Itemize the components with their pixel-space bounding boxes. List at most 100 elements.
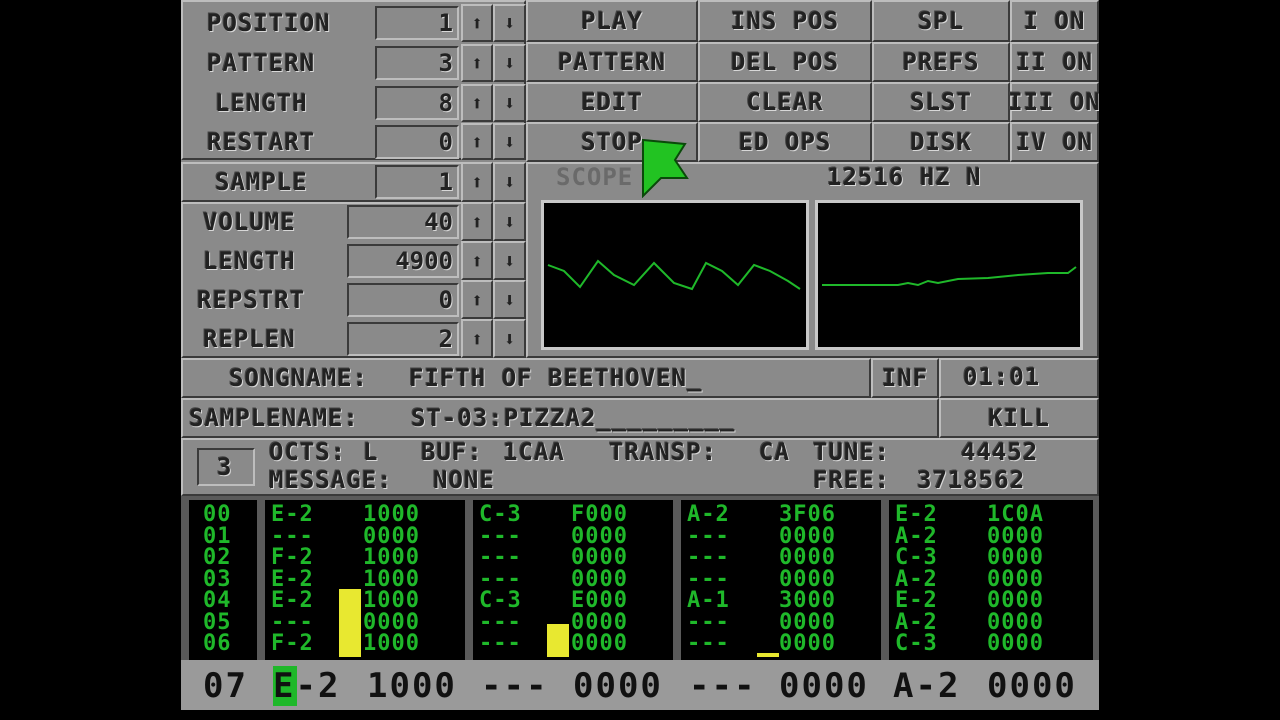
- track-1[interactable]: E-2 1000 --- 0000 F-2 1000 E-2 1000 E-2 1000 --- 00…: [265, 500, 465, 660]
- current-row-track-4-note[interactable]: A-2: [893, 662, 960, 710]
- track-2-row-6-note[interactable]: ---: [479, 633, 522, 655]
- current-row-track-1-fx[interactable]: 1000: [367, 662, 457, 710]
- track-2-row-3-fx[interactable]: 0000: [571, 568, 628, 591]
- play-button[interactable]: PLAY: [526, 0, 698, 42]
- track-1-row-2-fx[interactable]: 1000: [363, 547, 420, 569]
- track-1-row-3-note[interactable]: E-2: [271, 568, 314, 591]
- pattern-down-button[interactable]: ⬇: [493, 44, 526, 82]
- track-2-row-5-fx[interactable]: 0000: [571, 611, 628, 634]
- track-2-row-6-fx[interactable]: 0000: [571, 633, 628, 655]
- track-2-row-3-note[interactable]: ---: [479, 568, 522, 591]
- track-1-row-4-note[interactable]: E-2: [271, 590, 314, 612]
- track-4-row-4-note[interactable]: E-2: [895, 590, 938, 612]
- track-1-row-0-note[interactable]: E-2: [271, 504, 314, 526]
- track-1-row-3-fx[interactable]: 1000: [363, 568, 420, 591]
- channel-3-toggle[interactable]: III ON: [1008, 82, 1099, 122]
- kill-button[interactable]: KILL: [939, 398, 1099, 438]
- track-3-row-0-fx[interactable]: 3F06: [779, 504, 836, 526]
- track-1-row-6-note[interactable]: F-2: [271, 633, 314, 655]
- track-4-row-6-note[interactable]: C-3: [895, 633, 938, 655]
- current-row-track-3-fx[interactable]: 0000: [779, 662, 869, 710]
- track-3-row-6-note[interactable]: ---: [687, 633, 730, 655]
- samplename-field[interactable]: ST-03:PIZZA2_________: [411, 399, 735, 437]
- track-4-row-6-fx[interactable]: 0000: [987, 633, 1044, 655]
- track-3-row-2-note[interactable]: ---: [687, 547, 730, 569]
- track-3-row-1-fx[interactable]: 0000: [779, 525, 836, 548]
- track-1-row-5-note[interactable]: ---: [271, 611, 314, 634]
- pattern-button[interactable]: PATTERN: [526, 42, 698, 82]
- repstrt-down-button[interactable]: ⬇: [493, 280, 526, 319]
- track-2-row-0-fx[interactable]: F000: [571, 504, 628, 526]
- track-4-row-0-note[interactable]: E-2: [895, 504, 938, 526]
- track-3-row-5-fx[interactable]: 0000: [779, 611, 836, 634]
- ed-ops-button[interactable]: ED OPS: [698, 122, 872, 162]
- current-row-track-4-fx[interactable]: 0000: [987, 662, 1077, 710]
- track-2-row-0-note[interactable]: C-3: [479, 504, 522, 526]
- track-3-row-5-note[interactable]: ---: [687, 611, 730, 634]
- volume-down-button[interactable]: ⬇: [493, 202, 526, 241]
- replen-up-button[interactable]: ⬆: [461, 319, 493, 358]
- length-up-button[interactable]: ⬆: [461, 84, 493, 122]
- track-1-row-4-fx[interactable]: 1000: [363, 590, 420, 612]
- channel-1-toggle[interactable]: I ON: [1010, 0, 1099, 42]
- track-1-row-1-note[interactable]: ---: [271, 525, 314, 548]
- track-3-row-3-fx[interactable]: 0000: [779, 568, 836, 591]
- track-3-row-2-fx[interactable]: 0000: [779, 547, 836, 569]
- track-2-row-4-note[interactable]: C-3: [479, 590, 522, 612]
- channel-4-toggle[interactable]: IV ON: [1010, 122, 1099, 162]
- position-up-button[interactable]: ⬆: [461, 4, 493, 42]
- track-2-row-1-note[interactable]: ---: [479, 525, 522, 548]
- position-down-button[interactable]: ⬇: [493, 4, 526, 42]
- track-4-row-2-fx[interactable]: 0000: [987, 547, 1044, 569]
- track-4-row-1-note[interactable]: A-2: [895, 525, 938, 548]
- restart-up-button[interactable]: ⬆: [461, 123, 493, 160]
- track-2-row-4-fx[interactable]: E000: [571, 590, 628, 612]
- restart-down-button[interactable]: ⬇: [493, 123, 526, 160]
- track-3-row-4-note[interactable]: A-1: [687, 590, 730, 612]
- track-4-row-2-note[interactable]: C-3: [895, 547, 938, 569]
- ins-pos-button[interactable]: INS POS: [698, 0, 872, 42]
- spl-button[interactable]: SPL: [872, 0, 1010, 42]
- pattern-up-button[interactable]: ⬆: [461, 44, 493, 82]
- disk-button[interactable]: DISK: [872, 122, 1010, 162]
- track-4-row-4-fx[interactable]: 0000: [987, 590, 1044, 612]
- channel-2-toggle[interactable]: II ON: [1010, 42, 1099, 82]
- inf-button[interactable]: INF: [871, 358, 939, 398]
- current-row-track-3-note[interactable]: ---: [689, 662, 756, 710]
- track-4-row-5-fx[interactable]: 0000: [987, 611, 1044, 634]
- edit-button[interactable]: EDIT: [526, 82, 698, 122]
- volume-up-button[interactable]: ⬆: [461, 202, 493, 241]
- track-3-row-1-note[interactable]: ---: [687, 525, 730, 548]
- track-2-row-2-fx[interactable]: 0000: [571, 547, 628, 569]
- sample-down-button[interactable]: ⬇: [493, 162, 526, 202]
- current-row-track-2-note[interactable]: ---: [481, 662, 548, 710]
- track-4[interactable]: E-2 1C0A A-2 0000 C-3 0000 A-2 0000 E-2 0000 A-2 00…: [889, 500, 1093, 660]
- track-2[interactable]: C-3 F000 --- 0000 --- 0000 --- 0000 C-3 E000 --- 00…: [473, 500, 673, 660]
- track-3-row-3-note[interactable]: ---: [687, 568, 730, 591]
- track-3-row-4-fx[interactable]: 3000: [779, 590, 836, 612]
- track-3[interactable]: A-2 3F06 --- 0000 --- 0000 --- 0000 A-1 3000 --- 00…: [681, 500, 881, 660]
- track-1-row-1-fx[interactable]: 0000: [363, 525, 420, 548]
- track-3-row-0-note[interactable]: A-2: [687, 504, 730, 526]
- length-down-button[interactable]: ⬇: [493, 84, 526, 122]
- slst-button[interactable]: SLST: [872, 82, 1010, 122]
- clear-button[interactable]: CLEAR: [698, 82, 872, 122]
- sample-length-down-button[interactable]: ⬇: [493, 241, 526, 280]
- current-row-track-2-fx[interactable]: 0000: [573, 662, 663, 710]
- track-4-row-3-note[interactable]: A-2: [895, 568, 938, 591]
- track-3-row-6-fx[interactable]: 0000: [779, 633, 836, 655]
- sample-length-up-button[interactable]: ⬆: [461, 241, 493, 280]
- track-1-row-0-fx[interactable]: 1000: [363, 504, 420, 526]
- track-4-row-0-fx[interactable]: 1C0A: [987, 504, 1044, 526]
- track-1-row-2-note[interactable]: F-2: [271, 547, 314, 569]
- del-pos-button[interactable]: DEL POS: [698, 42, 872, 82]
- track-4-row-3-fx[interactable]: 0000: [987, 568, 1044, 591]
- track-2-row-5-note[interactable]: ---: [479, 611, 522, 634]
- repstrt-up-button[interactable]: ⬆: [461, 280, 493, 319]
- prefs-button[interactable]: PREFS: [872, 42, 1010, 82]
- track-2-row-2-note[interactable]: ---: [479, 547, 522, 569]
- songname-field[interactable]: FIFTH OF BEETHOVEN_: [409, 359, 703, 397]
- track-1-row-6-fx[interactable]: 1000: [363, 633, 420, 655]
- sample-up-button[interactable]: ⬆: [461, 162, 493, 202]
- replen-down-button[interactable]: ⬇: [493, 319, 526, 358]
